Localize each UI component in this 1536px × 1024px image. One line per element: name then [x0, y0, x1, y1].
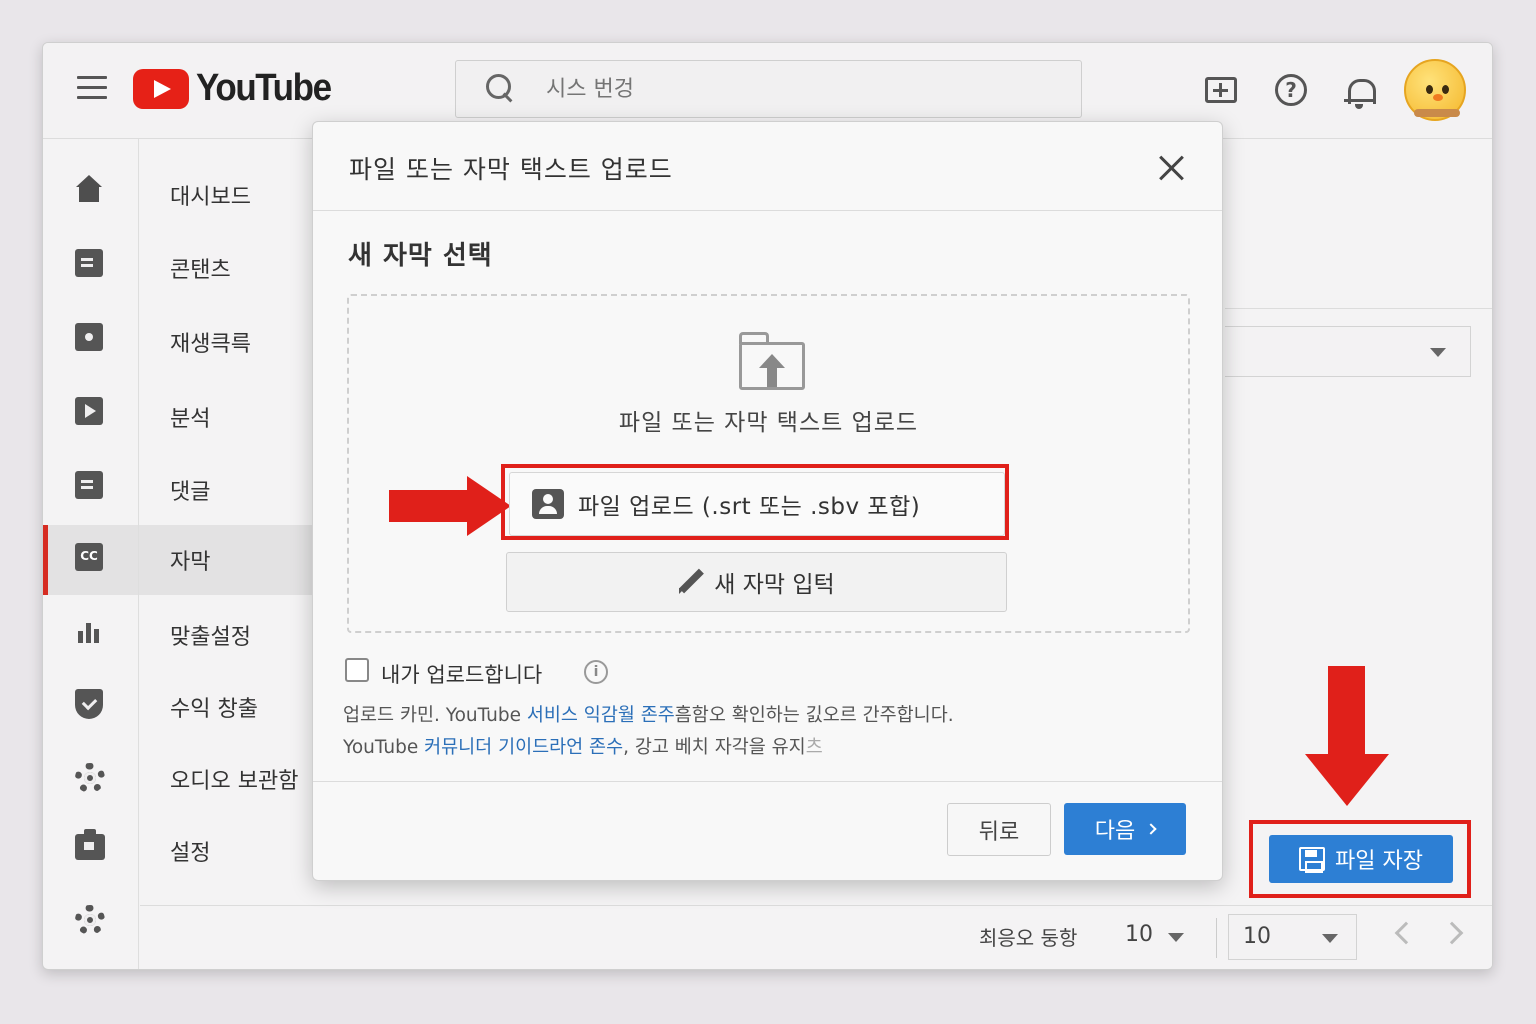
terms-of-service-link[interactable]: 서비스 익감월 존주: [527, 705, 675, 726]
sidebar-item-comments[interactable]: 댓글: [170, 474, 210, 506]
annotation-highlight-save: [1249, 820, 1471, 898]
search-icon[interactable]: [486, 74, 516, 104]
annotation-arrow-down: [1305, 666, 1389, 810]
sidebar-item-audio-library[interactable]: 오디오 보관함: [170, 763, 298, 795]
logo-text: YouTube: [196, 67, 332, 109]
sidebar-item-subtitles[interactable]: 자막: [170, 544, 210, 576]
create-icon: [1205, 77, 1237, 103]
notifications-button[interactable]: [1339, 70, 1379, 110]
settings-gear-icon[interactable]: [75, 905, 105, 935]
search-input[interactable]: [546, 76, 1026, 102]
new-subtitle-button-label: 새 자막 입턱: [714, 572, 835, 598]
playlist-icon[interactable]: [75, 323, 105, 353]
sidebar-item-content[interactable]: 콘탠츠: [170, 252, 231, 284]
shield-icon[interactable]: [75, 689, 105, 719]
file-dropzone[interactable]: 파일 또는 자막 택스트 업로드 파일 업로드 (.srt 또는 .sbv 포합…: [347, 294, 1190, 633]
content-divider: [1225, 308, 1492, 309]
chevron-down-icon[interactable]: [1168, 933, 1184, 942]
sidebar-item-customization[interactable]: 맞출설정: [170, 619, 251, 651]
terms-line1-suffix: 흠함오 확인하는 긼오르 간주합니다.: [674, 705, 954, 726]
sidebar-item-settings[interactable]: 설정: [170, 835, 210, 867]
camera-icon[interactable]: [75, 829, 105, 861]
close-icon[interactable]: [1156, 152, 1188, 184]
divider: [1216, 918, 1217, 958]
pagination-bar: 최응오 둥항 10 10: [140, 905, 1492, 969]
annotation-highlight-upload: [501, 464, 1009, 540]
next-button-label: 다음: [1094, 819, 1136, 844]
bell-icon: [1344, 77, 1376, 109]
youtube-play-icon: [133, 68, 189, 109]
confirm-checkbox[interactable]: [345, 658, 369, 682]
help-button[interactable]: ?: [1271, 70, 1311, 110]
chevron-right-icon: [1145, 823, 1157, 835]
filter-dropdown[interactable]: [1225, 326, 1471, 377]
chevron-down-icon: [1322, 934, 1338, 943]
dropzone-text: 파일 또는 자막 택스트 업로드: [618, 410, 919, 436]
dialog-title: 파일 또는 자막 택스트 업로드: [349, 155, 673, 184]
sidebar-item-dashboard[interactable]: 대시보드: [170, 179, 251, 211]
cc-icon[interactable]: CC: [75, 543, 105, 573]
search-bar: [455, 60, 1082, 118]
info-icon[interactable]: i: [584, 660, 608, 684]
menu-icon[interactable]: [77, 76, 107, 100]
terms-line1-prefix: 업로드 카민. YouTube: [343, 705, 527, 726]
sidebar-item-analytics[interactable]: 분석: [170, 401, 210, 433]
chevron-left-icon[interactable]: [1394, 921, 1418, 945]
annotation-arrow-right: [389, 476, 511, 536]
sidebar-item-monetization[interactable]: 수익 창출: [170, 691, 258, 723]
back-button-label: 뒤로: [978, 819, 1020, 845]
rows-per-page-select[interactable]: 10: [1125, 922, 1153, 947]
section-title: 새 자막 선택: [348, 241, 493, 271]
dialog-header: 파일 또는 자막 택스트 업로드: [313, 122, 1222, 211]
pencil-icon: [678, 569, 704, 595]
content-icon[interactable]: [75, 249, 105, 279]
dialog-footer-divider: [313, 781, 1222, 782]
back-button[interactable]: 뒤로: [947, 803, 1051, 856]
chevron-right-icon[interactable]: [1440, 921, 1464, 945]
terms-text: 업로드 카민. YouTube 서비스 익감월 존주흠함오 확인하는 긼오르 간…: [343, 700, 954, 764]
upload-subtitle-dialog: 파일 또는 자막 택스트 업로드 새 자막 선택 파일 또는 자막 택스트 업로…: [312, 121, 1223, 881]
analytics-bars-icon[interactable]: [75, 617, 105, 647]
next-button[interactable]: 다음: [1064, 803, 1186, 855]
play-icon[interactable]: [75, 397, 105, 427]
help-icon: ?: [1275, 74, 1307, 106]
cc-icon-text: CC: [80, 549, 98, 563]
youtube-logo[interactable]: YouTube: [133, 67, 342, 110]
sidebar-item-playlists[interactable]: 재생큭륵: [170, 326, 251, 358]
confirm-checkbox-label: 내가 업로드합니다: [381, 663, 543, 687]
page-select[interactable]: 10: [1228, 914, 1357, 960]
page-select-value: 10: [1243, 924, 1271, 949]
avatar[interactable]: [1404, 59, 1466, 121]
terms-line2-suffix: , 강고 베치 자각을 유지: [623, 737, 806, 758]
folder-upload-icon: [739, 332, 805, 390]
community-guidelines-link[interactable]: 커뮤니더 기이드라언 존수: [424, 737, 623, 758]
new-subtitle-button[interactable]: 새 자막 입턱: [506, 552, 1007, 612]
sidebar-icon-rail: CC: [43, 139, 139, 969]
create-button[interactable]: [1201, 70, 1241, 110]
rows-per-page-label: 최응오 둥항: [979, 926, 1078, 950]
chevron-down-icon: [1430, 348, 1446, 357]
terms-line2-prefix: YouTube: [343, 737, 425, 758]
home-icon[interactable]: [75, 175, 105, 205]
gear-icon[interactable]: [75, 763, 105, 793]
comments-icon[interactable]: [75, 471, 105, 501]
terms-line2-fade: 츠: [805, 737, 823, 758]
